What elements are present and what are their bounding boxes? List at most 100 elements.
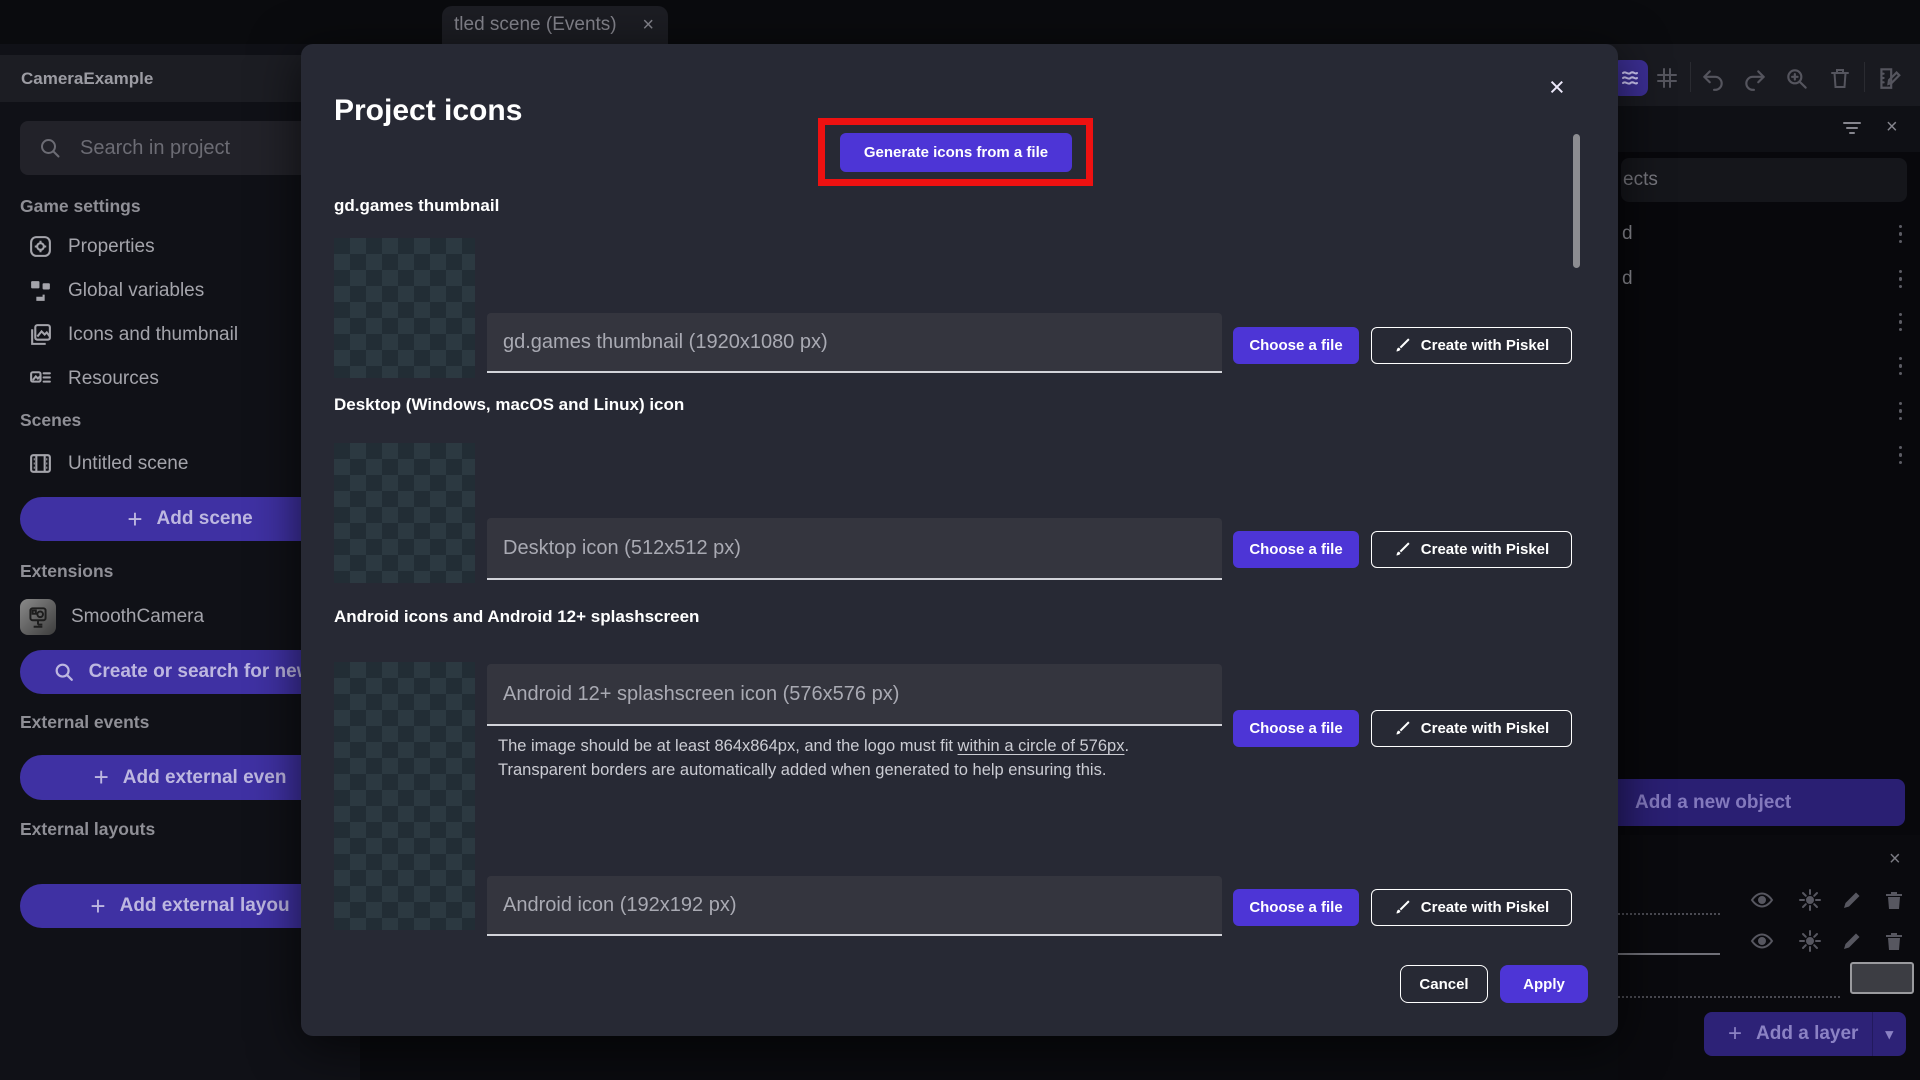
- effect-icon[interactable]: [1798, 929, 1822, 953]
- layers-close-icon[interactable]: ×: [1889, 848, 1901, 871]
- generate-icons-button[interactable]: Generate icons from a file: [840, 133, 1072, 172]
- zoom-in-icon[interactable]: [1784, 66, 1810, 92]
- add-external-event-label: Add external even: [122, 766, 287, 788]
- desktop-icon-preview: [334, 443, 475, 583]
- create-with-piskel-button[interactable]: Create with Piskel: [1371, 327, 1572, 364]
- edit-sheet-icon[interactable]: [1876, 65, 1902, 91]
- add-layer-button[interactable]: + Add a layer ▾: [1704, 1012, 1906, 1056]
- android-icon-input[interactable]: Android icon (192x192 px): [487, 876, 1222, 936]
- add-new-object-label: Add a new object: [1635, 791, 1792, 813]
- film-icon: [30, 454, 51, 473]
- sidebar-item-label: Properties: [68, 235, 155, 257]
- button-divider: [1872, 1012, 1874, 1056]
- object-row[interactable]: [1618, 300, 1920, 344]
- section-external-events: External events: [20, 712, 150, 732]
- desktop-icon-input[interactable]: Desktop icon (512x512 px): [487, 518, 1222, 580]
- tab-label: tled scene (Events): [454, 14, 617, 35]
- choose-file-button[interactable]: Choose a file: [1233, 531, 1359, 568]
- plus-icon: +: [1728, 1020, 1743, 1047]
- section-scenes: Scenes: [20, 410, 82, 430]
- section-external-layouts: External layouts: [20, 819, 156, 839]
- object-row[interactable]: d: [1618, 212, 1920, 256]
- android-splash-preview: [334, 662, 475, 802]
- objects-search-text: ects: [1623, 169, 1658, 190]
- choose-file-button[interactable]: Choose a file: [1233, 889, 1359, 926]
- thumbnail-preview-gdgames: [334, 238, 475, 378]
- chevron-down-icon[interactable]: ▾: [1885, 1025, 1893, 1043]
- tab-scene-events[interactable]: tled scene (Events) ×: [442, 6, 668, 44]
- filter-icon[interactable]: [1842, 119, 1862, 137]
- sidebar-item-label: Icons and thumbnail: [68, 323, 239, 345]
- apply-button[interactable]: Apply: [1500, 965, 1588, 1003]
- sidebar-item-smoothcamera[interactable]: SmoothCamera: [20, 599, 204, 635]
- sidebar-item-global-variables[interactable]: Global variables: [28, 278, 204, 303]
- row-menu-icon[interactable]: [1898, 401, 1902, 421]
- plus-icon: +: [90, 890, 106, 921]
- helper-link[interactable]: within a circle of 576px: [958, 737, 1125, 755]
- row-separator: [1618, 913, 1720, 915]
- panel-close-icon[interactable]: ×: [1886, 116, 1898, 139]
- add-external-layout-label: Add external layou: [119, 895, 290, 916]
- search-icon: [41, 139, 60, 158]
- sidebar-item-resources[interactable]: Resources: [28, 366, 159, 391]
- search-placeholder: Search in project: [80, 136, 231, 159]
- dialog-title: Project icons: [334, 94, 523, 127]
- resources-icon: [30, 371, 51, 383]
- create-with-piskel-button[interactable]: Create with Piskel: [1371, 531, 1572, 568]
- trash-icon[interactable]: [1828, 66, 1852, 90]
- row-menu-icon[interactable]: [1898, 269, 1902, 289]
- redo-icon[interactable]: [1742, 66, 1768, 92]
- sidebar-item-properties[interactable]: Properties: [28, 234, 155, 259]
- eye-icon[interactable]: [1750, 929, 1774, 953]
- objects-search-input[interactable]: ects: [1621, 158, 1907, 202]
- choose-file-button[interactable]: Choose a file: [1233, 327, 1359, 364]
- eye-icon[interactable]: [1750, 888, 1774, 912]
- gdgames-thumbnail-input[interactable]: gd.games thumbnail (1920x1080 px): [487, 313, 1222, 373]
- tab-close-icon[interactable]: ×: [642, 14, 654, 37]
- brush-icon: [1396, 542, 1410, 556]
- section-label-gdgames: gd.games thumbnail: [334, 196, 500, 215]
- cancel-button[interactable]: Cancel: [1400, 965, 1488, 1003]
- create-with-piskel-button[interactable]: Create with Piskel: [1371, 710, 1572, 747]
- sidebar-item-icons-thumbnail[interactable]: Icons and thumbnail: [28, 322, 238, 347]
- object-row[interactable]: d: [1618, 257, 1920, 301]
- field-text: gd.games thumbnail (1920x1080 px): [503, 330, 828, 353]
- sidebar-item-untitled-scene[interactable]: Untitled scene: [28, 451, 188, 476]
- toolbar-divider: [1864, 62, 1865, 92]
- section-game-settings: Game settings: [20, 196, 141, 216]
- brush-icon: [1396, 338, 1410, 352]
- dialog-close-icon[interactable]: ×: [1549, 72, 1565, 103]
- choose-file-button[interactable]: Choose a file: [1233, 710, 1359, 747]
- field-text: Android 12+ splashscreen icon (576x576 p…: [503, 682, 900, 705]
- add-scene-label: Add scene: [156, 508, 253, 529]
- dialog-scrollbar-thumb[interactable]: [1573, 134, 1580, 268]
- row-menu-icon[interactable]: [1898, 312, 1902, 332]
- right-panel-header: [1618, 106, 1920, 152]
- row-menu-icon[interactable]: [1898, 224, 1902, 244]
- toolbar-divider: [1690, 62, 1691, 92]
- piskel-label: Create with Piskel: [1420, 720, 1550, 737]
- object-row[interactable]: [1618, 433, 1920, 477]
- brush-icon: [1396, 721, 1410, 735]
- gear-icon: [30, 236, 51, 257]
- brush-icon: [1396, 900, 1410, 914]
- android-splashscreen-input[interactable]: Android 12+ splashscreen icon (576x576 p…: [487, 664, 1222, 726]
- piskel-label: Create with Piskel: [1420, 541, 1550, 558]
- panel-scrollbar-thumb[interactable]: [1850, 962, 1914, 994]
- object-row[interactable]: [1618, 344, 1920, 388]
- field-text: Desktop icon (512x512 px): [503, 536, 741, 559]
- undo-icon[interactable]: [1700, 66, 1726, 92]
- android-icon-preview: [334, 790, 475, 930]
- create-with-piskel-button[interactable]: Create with Piskel: [1371, 889, 1572, 926]
- pencil-icon[interactable]: [1840, 929, 1864, 953]
- trash-row-icon[interactable]: [1882, 888, 1906, 912]
- grid-icon[interactable]: [1655, 66, 1679, 90]
- row-menu-icon[interactable]: [1898, 445, 1902, 465]
- effect-icon[interactable]: [1798, 888, 1822, 912]
- row-menu-icon[interactable]: [1898, 356, 1902, 376]
- object-row-label: d: [1622, 268, 1633, 289]
- object-row[interactable]: [1618, 389, 1920, 433]
- trash-row-icon[interactable]: [1882, 929, 1906, 953]
- piskel-label: Create with Piskel: [1420, 899, 1550, 916]
- pencil-icon[interactable]: [1840, 888, 1864, 912]
